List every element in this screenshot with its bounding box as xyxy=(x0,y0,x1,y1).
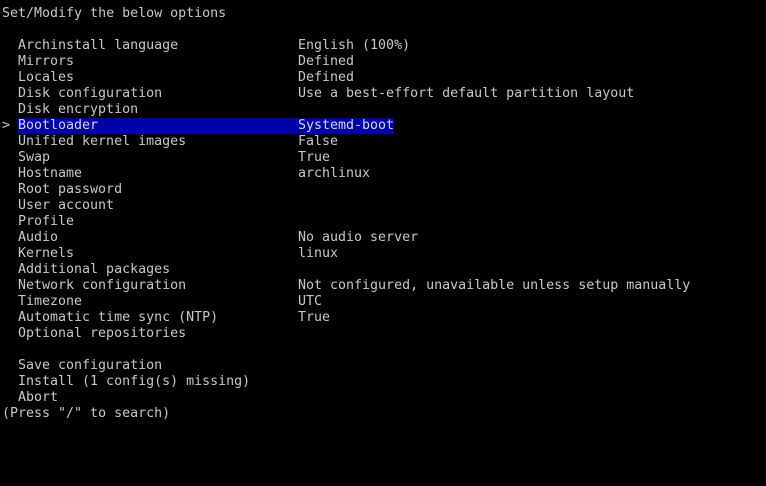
cursor-icon xyxy=(2,102,16,118)
menu-item-automatic-time-sync[interactable]: Automatic time sync (NTP) True xyxy=(2,310,762,326)
menu-item-root-password[interactable]: Root password xyxy=(2,182,762,198)
menu-item-optional-repositories[interactable]: Optional repositories xyxy=(2,326,762,342)
menu-item-label: Disk configuration xyxy=(18,86,163,101)
cursor-icon xyxy=(2,166,16,182)
menu-item-network-configuration[interactable]: Network configuration Not configured, un… xyxy=(2,278,762,294)
menu-item-label: Timezone xyxy=(18,294,83,309)
cursor-icon xyxy=(2,262,16,278)
menu-item-value: archlinux xyxy=(298,166,371,181)
action-save-configuration[interactable]: Save configuration xyxy=(2,358,762,374)
cursor-icon xyxy=(2,38,16,54)
cursor-icon xyxy=(2,374,16,390)
cursor-icon xyxy=(2,198,16,214)
menu-item-value: Defined xyxy=(298,70,355,85)
menu-item-label: Hostname xyxy=(18,166,83,181)
menu-item-label: Kernels xyxy=(18,246,75,261)
menu-item-label: Swap xyxy=(18,150,51,165)
menu-item-value: Use a best-effort default partition layo… xyxy=(298,86,635,101)
cursor-icon xyxy=(2,294,16,310)
cursor-icon xyxy=(2,134,16,150)
menu-item-label: Bootloader xyxy=(18,118,298,134)
cursor-icon xyxy=(2,54,16,70)
menu-item-kernels[interactable]: Kernels linux xyxy=(2,246,762,262)
menu-item-label: Disk encryption xyxy=(18,102,139,117)
cursor-icon xyxy=(2,246,16,262)
menu-item-value: English (100%) xyxy=(298,38,411,53)
action-label: Install (1 config(s) missing) xyxy=(18,374,251,389)
menu-item-label: Profile xyxy=(18,214,75,229)
search-hint: (Press "/" to search) xyxy=(2,406,171,421)
menu-item-swap[interactable]: Swap True xyxy=(2,150,762,166)
menu-item-label: Root password xyxy=(18,182,123,197)
menu-item-value: No audio server xyxy=(298,230,419,245)
menu-item-value: False xyxy=(298,134,339,149)
menu-item-label: Additional packages xyxy=(18,262,171,277)
cursor-icon xyxy=(2,390,16,406)
menu-item-value: Defined xyxy=(298,54,355,69)
menu-item-label: Locales xyxy=(18,70,75,85)
cursor-icon xyxy=(2,150,16,166)
menu-item-value: Systemd-boot xyxy=(298,118,395,134)
menu-item-additional-packages[interactable]: Additional packages xyxy=(2,262,762,278)
menu-item-label: Mirrors xyxy=(18,54,75,69)
menu-item-audio[interactable]: Audio No audio server xyxy=(2,230,762,246)
menu-item-archinstall-language[interactable]: Archinstall language English (100%) xyxy=(2,38,762,54)
menu-item-profile[interactable]: Profile xyxy=(2,214,762,230)
cursor-icon: > xyxy=(2,118,11,133)
action-install[interactable]: Install (1 config(s) missing) xyxy=(2,374,762,390)
menu-item-value: Not configured, unavailable unless setup… xyxy=(298,278,691,293)
menu-item-locales[interactable]: Locales Defined xyxy=(2,70,762,86)
menu-item-label: Network configuration xyxy=(18,278,187,293)
menu-item-value: UTC xyxy=(298,294,323,309)
menu-item-value: True xyxy=(298,310,331,325)
cursor-icon xyxy=(2,70,16,86)
menu-item-label: Optional repositories xyxy=(18,326,187,341)
cursor-icon xyxy=(2,310,16,326)
menu-item-mirrors[interactable]: Mirrors Defined xyxy=(2,54,762,70)
menu-item-label: Audio xyxy=(18,230,59,245)
menu-item-unified-kernel-images[interactable]: Unified kernel images False xyxy=(2,134,762,150)
cursor-icon xyxy=(2,86,16,102)
menu-item-label: User account xyxy=(18,198,115,213)
cursor-icon xyxy=(2,278,16,294)
action-label: Save configuration xyxy=(18,358,163,373)
menu-header: Set/Modify the below options xyxy=(2,6,227,21)
cursor-icon xyxy=(2,230,16,246)
menu-item-value: True xyxy=(298,150,331,165)
cursor-icon xyxy=(2,182,16,198)
menu-item-disk-encryption[interactable]: Disk encryption xyxy=(2,102,762,118)
action-label: Abort xyxy=(18,390,59,405)
menu-item-hostname[interactable]: Hostname archlinux xyxy=(2,166,762,182)
cursor-icon xyxy=(2,214,16,230)
cursor-icon xyxy=(2,326,16,342)
menu-item-user-account[interactable]: User account xyxy=(2,198,762,214)
action-abort[interactable]: Abort xyxy=(2,390,762,406)
menu-item-bootloader[interactable]: > Bootloader Systemd-boot xyxy=(2,118,762,134)
menu-item-label: Unified kernel images xyxy=(18,134,187,149)
menu-item-label: Automatic time sync (NTP) xyxy=(18,310,219,325)
cursor-icon xyxy=(2,358,16,374)
menu-item-disk-configuration[interactable]: Disk configuration Use a best-effort def… xyxy=(2,86,762,102)
menu-item-timezone[interactable]: Timezone UTC xyxy=(2,294,762,310)
menu-item-label: Archinstall language xyxy=(18,38,179,53)
menu-item-value: linux xyxy=(298,246,339,261)
